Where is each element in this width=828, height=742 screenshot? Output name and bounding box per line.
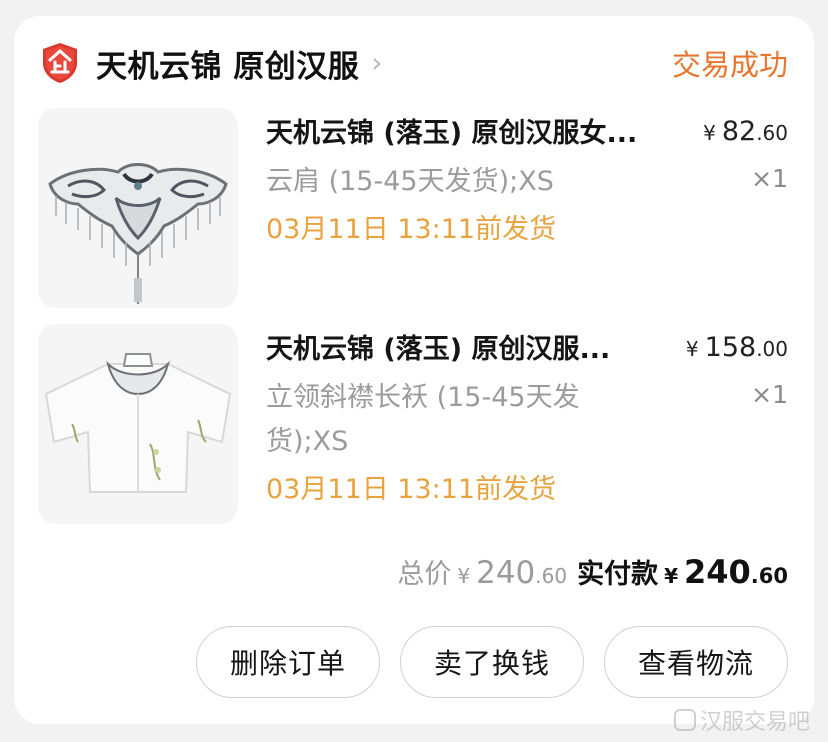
watermark-text: 汉服交易吧	[699, 710, 810, 735]
ship-deadline: 03月11日 13:11前发货	[266, 214, 557, 245]
price-decimal: .00	[756, 337, 788, 361]
paid-integer: 240	[684, 553, 751, 591]
order-item[interactable]: 天机云锦 (落玉) 原创汉服... 立领斜襟长袄 (15-45天发货);XS 0…	[38, 324, 788, 524]
ship-deadline: 03月11日 13:11前发货	[266, 474, 557, 505]
view-logistics-button[interactable]: 查看物流	[604, 626, 788, 698]
item-price: ¥82.60	[703, 116, 788, 147]
currency-symbol: ¥	[703, 121, 716, 145]
item-quantity: ×1	[751, 380, 788, 409]
item-sku: 立领斜襟长袄 (15-45天发货);XS	[266, 382, 580, 457]
paid-decimal: .60	[750, 564, 788, 588]
item-title[interactable]: 天机云锦 (落玉) 原创汉服女...	[266, 114, 676, 154]
total-label: 总价	[397, 559, 452, 590]
order-card: 天机云锦 原创汉服 › 交易成功 天机云锦 (落玉) 原创汉服女... 云肩 (…	[14, 16, 814, 724]
order-header: 天机云锦 原创汉服 › 交易成功	[40, 40, 788, 86]
shop-badge-icon	[40, 41, 80, 85]
watermark: 汉服交易吧	[673, 704, 810, 736]
item-info: 天机云锦 (落玉) 原创汉服女... 云肩 (15-45天发货);XS 03月1…	[266, 114, 676, 252]
currency-symbol: ¥	[664, 564, 678, 588]
watermark-icon	[673, 709, 696, 731]
total-decimal: .60	[535, 564, 568, 588]
order-totals: 总价 ¥ 240 .60 实付款 ¥ 240 .60	[397, 552, 788, 591]
order-item[interactable]: 天机云锦 (落玉) 原创汉服女... 云肩 (15-45天发货);XS 03月1…	[38, 108, 788, 308]
item-price: ¥158.00	[686, 332, 788, 363]
shop-name[interactable]: 天机云锦 原创汉服	[96, 41, 359, 86]
price-integer: 158	[704, 332, 757, 363]
product-thumbnail[interactable]	[38, 324, 238, 524]
total-integer: 240	[476, 555, 536, 591]
delete-order-button[interactable]: 删除订单	[196, 626, 380, 698]
chevron-right-icon[interactable]: ›	[371, 49, 382, 77]
price-integer: 82	[721, 116, 757, 147]
price-decimal: .60	[756, 121, 788, 145]
order-actions: 删除订单 卖了换钱 查看物流	[196, 626, 788, 698]
paid-label: 实付款	[577, 559, 659, 590]
item-sku: 云肩 (15-45天发货);XS	[266, 166, 554, 197]
item-title[interactable]: 天机云锦 (落玉) 原创汉服...	[266, 330, 676, 370]
item-quantity: ×1	[751, 164, 788, 193]
product-thumbnail[interactable]	[38, 108, 238, 308]
currency-symbol: ¥	[457, 564, 471, 588]
order-status: 交易成功	[671, 48, 788, 82]
item-info: 天机云锦 (落玉) 原创汉服... 立领斜襟长袄 (15-45天发货);XS 0…	[266, 330, 676, 512]
currency-symbol: ¥	[685, 337, 699, 361]
resell-button[interactable]: 卖了换钱	[400, 626, 584, 698]
